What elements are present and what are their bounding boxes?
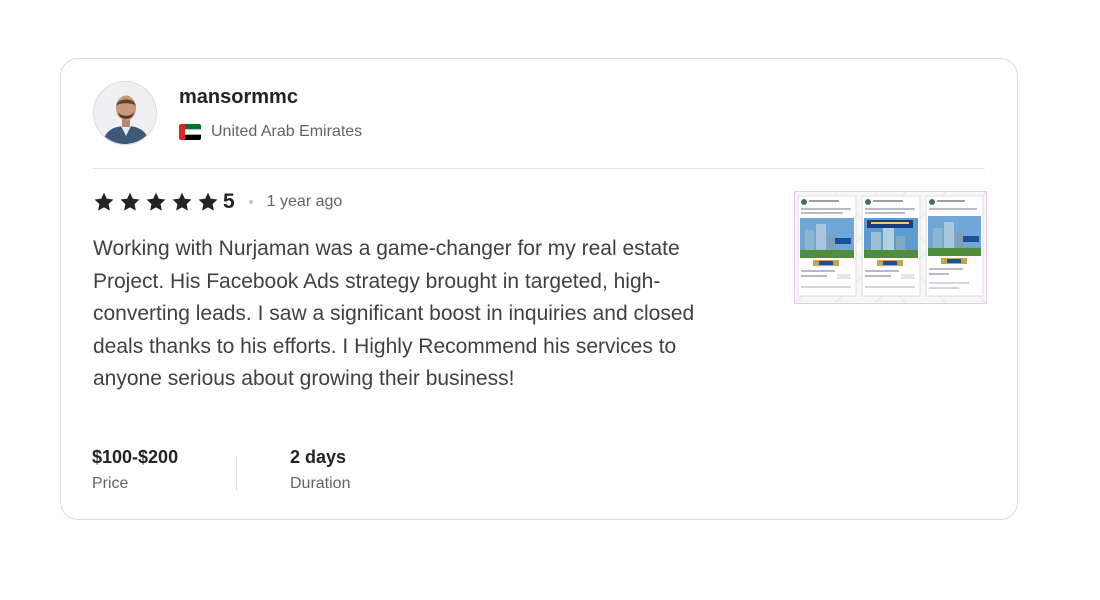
star-icon — [172, 192, 192, 211]
duration-info: 2 days Duration — [290, 447, 350, 493]
meta-divider — [236, 456, 237, 490]
star-icon — [94, 192, 114, 211]
country-row: United Arab Emirates — [179, 123, 362, 141]
star-icon — [198, 192, 218, 211]
duration-label: Duration — [290, 475, 351, 492]
rating-value: 5 — [223, 190, 235, 213]
price-info: $100-$200 Price — [92, 447, 236, 493]
rating-row: 5 1 year ago — [93, 190, 342, 214]
attachment-thumbnail[interactable] — [794, 191, 987, 304]
uae-flag-icon — [179, 124, 201, 140]
duration-value: 2 days — [290, 447, 347, 467]
price-label: Price — [92, 475, 129, 492]
username[interactable]: mansormmc — [179, 86, 298, 109]
divider — [93, 168, 985, 169]
star-icon — [120, 192, 140, 211]
review-text: Working with Nurjaman was a game-changer… — [93, 237, 695, 391]
review-card: mansormmc United Arab Emirates 5 1 year … — [60, 58, 1018, 520]
user-avatar[interactable] — [93, 81, 157, 145]
star-rating — [93, 191, 223, 213]
review-time: 1 year ago — [266, 193, 343, 210]
country-name: United Arab Emirates — [211, 123, 363, 140]
star-icon — [146, 192, 166, 211]
order-meta: $100-$200 Price 2 days Duration — [92, 447, 350, 493]
price-value: $100-$200 — [92, 447, 179, 467]
separator-dot — [248, 200, 253, 204]
